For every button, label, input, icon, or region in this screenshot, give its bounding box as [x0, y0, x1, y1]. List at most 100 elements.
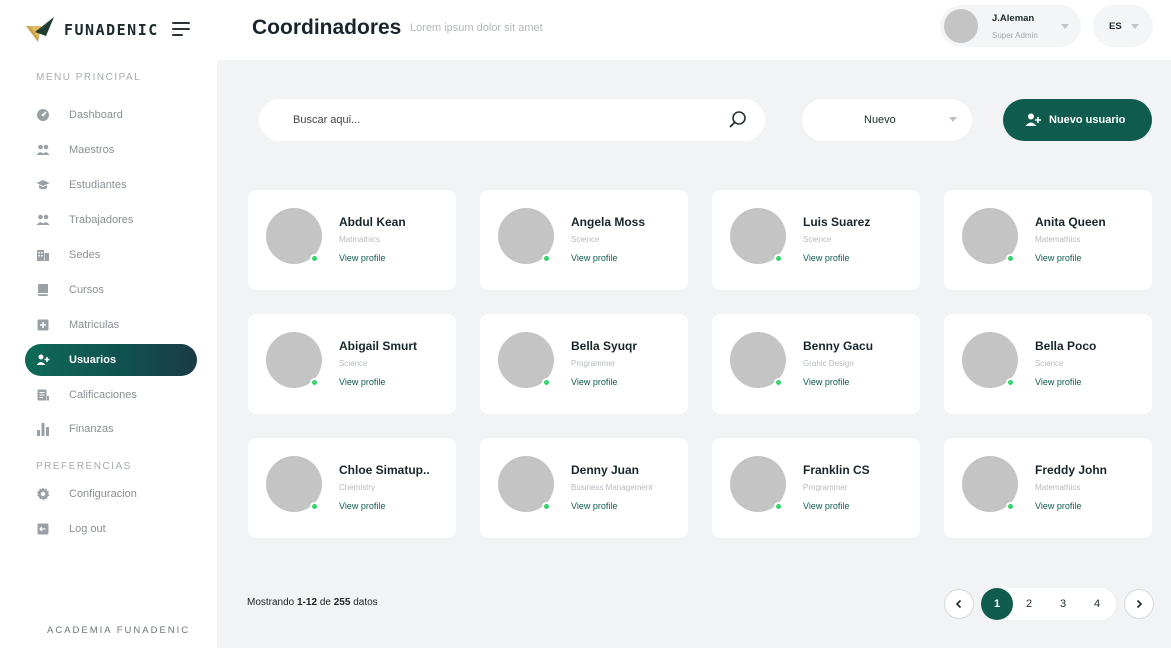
new-user-button[interactable]: Nuevo usuario [1003, 99, 1152, 141]
page-3-button[interactable]: 3 [1047, 588, 1079, 620]
add-user-icon [1025, 113, 1041, 126]
sidebar-item-finanzas[interactable]: Finanzas [25, 413, 197, 445]
user-subject: Matemathics [1035, 235, 1081, 244]
brand[interactable]: FUNADENIC [24, 14, 159, 46]
user-card[interactable]: Denny Juan Business Management View profil… [480, 438, 688, 538]
user-card[interactable]: Bella Syuqr Programmer View profile [480, 314, 688, 414]
language-select[interactable]: ES [1093, 5, 1153, 47]
sidebar-item-matriculas[interactable]: Matriculas [25, 309, 197, 341]
next-page-button[interactable] [1124, 589, 1154, 619]
user-name: Benny Gacu [803, 339, 874, 353]
user-name: Denny Juan [571, 463, 640, 477]
user-name: Angela Moss [571, 215, 646, 229]
view-profile-link[interactable]: View profile [339, 501, 385, 511]
view-profile-link[interactable]: View profile [803, 501, 849, 511]
view-profile-link[interactable]: View profile [1035, 253, 1081, 263]
user-card[interactable]: Luis Suarez Science View profile [712, 190, 920, 290]
chevron-down-icon [1131, 24, 1139, 29]
user-card[interactable]: Angela Moss Science View profile [480, 190, 688, 290]
online-status-dot [1006, 378, 1015, 387]
showing-range: 1-12 [297, 597, 318, 608]
sidebar-item-label: Sedes [69, 249, 101, 261]
sidebar-item-label: Maestros [69, 144, 115, 156]
view-profile-link[interactable]: View profile [1035, 377, 1081, 387]
page-subtitle: Lorem ipsum dolor sit amet [410, 22, 543, 34]
user-subject: Matmathics [339, 235, 380, 244]
sidebar-item-estudiantes[interactable]: Estudiantes [25, 169, 197, 201]
avatar [944, 9, 978, 43]
user-name: Abdul Kean [339, 215, 406, 229]
user-subject: Programmer [571, 359, 616, 368]
view-profile-link[interactable]: View profile [571, 253, 617, 263]
sidebar-item-calificaciones[interactable]: Calificaciones [25, 379, 197, 411]
users-icon [36, 143, 50, 157]
user-card[interactable]: Anita Queen Matemathics View profile [944, 190, 1152, 290]
chevron-right-icon [1136, 599, 1143, 609]
sidebar-item-label: Cursos [69, 284, 104, 296]
sidebar-footer-brand: ACADEMIA FUNADENIC [47, 625, 191, 636]
view-profile-link[interactable]: View profile [803, 377, 849, 387]
showing-prefix: Mostrando [247, 597, 298, 608]
user-card[interactable]: Bella Poco Science View profile [944, 314, 1152, 414]
chevron-down-icon [1061, 24, 1069, 29]
online-status-dot [310, 254, 319, 263]
filter-selected-value: Nuevo [864, 114, 896, 126]
pagination: 1 2 3 4 [981, 588, 1116, 620]
user-card[interactable]: Chloe Simatup.. Chemistry View profile [248, 438, 456, 538]
brand-name: FUNADENIC [64, 21, 159, 39]
user-subject: Matemathics [1035, 483, 1081, 492]
search-icon[interactable] [728, 110, 748, 130]
view-profile-link[interactable]: View profile [1035, 501, 1081, 511]
page-2-button[interactable]: 2 [1013, 588, 1045, 620]
user-card[interactable]: Abdul Kean Matmathics View profile [248, 190, 456, 290]
user-subject: Programmer [803, 483, 848, 492]
view-profile-link[interactable]: View profile [339, 377, 385, 387]
user-subject: Grahic Design [803, 359, 854, 368]
new-user-button-label: Nuevo usuario [1049, 114, 1126, 126]
user-card[interactable]: Freddy John Matemathics View profile [944, 438, 1152, 538]
gear-icon [36, 487, 50, 501]
page-4-button[interactable]: 4 [1081, 588, 1113, 620]
user-name: J.Aleman [992, 13, 1035, 24]
sidebar-item-trabajadores[interactable]: Trabajadores [25, 204, 197, 236]
grades-icon [36, 388, 50, 402]
hamburger-menu-icon[interactable] [172, 22, 190, 36]
filter-dropdown[interactable]: Nuevo [802, 99, 972, 141]
user-card[interactable]: Benny Gacu Grahic Design View profile [712, 314, 920, 414]
user-name: Freddy John [1035, 463, 1108, 477]
sidebar-item-dashboard[interactable]: Dashboard [25, 99, 197, 131]
user-card[interactable]: Franklin CS Programmer View profile [712, 438, 920, 538]
sidebar-item-label: Estudiantes [69, 179, 127, 191]
page-1-button[interactable]: 1 [981, 588, 1013, 620]
view-profile-link[interactable]: View profile [571, 377, 617, 387]
add-user-icon [36, 353, 50, 367]
sidebar-item-label: Usuarios [69, 354, 117, 366]
page-title: Coordinadores [252, 16, 402, 39]
user-menu[interactable]: J.Aleman Super Admin [940, 5, 1081, 47]
sidebar-item-configuracion[interactable]: Configuracion [25, 478, 197, 510]
online-status-dot [1006, 502, 1015, 511]
view-profile-link[interactable]: View profile [571, 501, 617, 511]
online-status-dot [774, 254, 783, 263]
showing-suffix: datos [350, 597, 378, 608]
sidebar-item-cursos[interactable]: Cursos [25, 274, 197, 306]
user-subject: Chemistry [339, 483, 376, 492]
sidebar-item-label: Configuracion [69, 488, 137, 500]
online-status-dot [542, 254, 551, 263]
view-profile-link[interactable]: View profile [803, 253, 849, 263]
sidebar-item-logout[interactable]: Log out [25, 513, 197, 545]
sidebar: MENU PRINCIPAL Dashboard Maestros Estudi… [0, 60, 217, 648]
sidebar-item-maestros[interactable]: Maestros [25, 134, 197, 166]
user-subject: Science [339, 359, 368, 368]
user-card[interactable]: Abigail Smurt Science View profile [248, 314, 456, 414]
view-profile-link[interactable]: View profile [339, 253, 385, 263]
search-bar[interactable] [259, 99, 765, 141]
sidebar-item-sedes[interactable]: Sedes [25, 239, 197, 271]
user-role: Super Admin [992, 31, 1038, 40]
prev-page-button[interactable] [944, 589, 974, 619]
section-label-main: MENU PRINCIPAL [36, 72, 142, 83]
user-name: Luis Suarez [803, 215, 871, 229]
sidebar-item-usuarios[interactable]: Usuarios [25, 344, 197, 376]
user-name: Anita Queen [1035, 215, 1106, 229]
search-input[interactable] [293, 99, 693, 141]
